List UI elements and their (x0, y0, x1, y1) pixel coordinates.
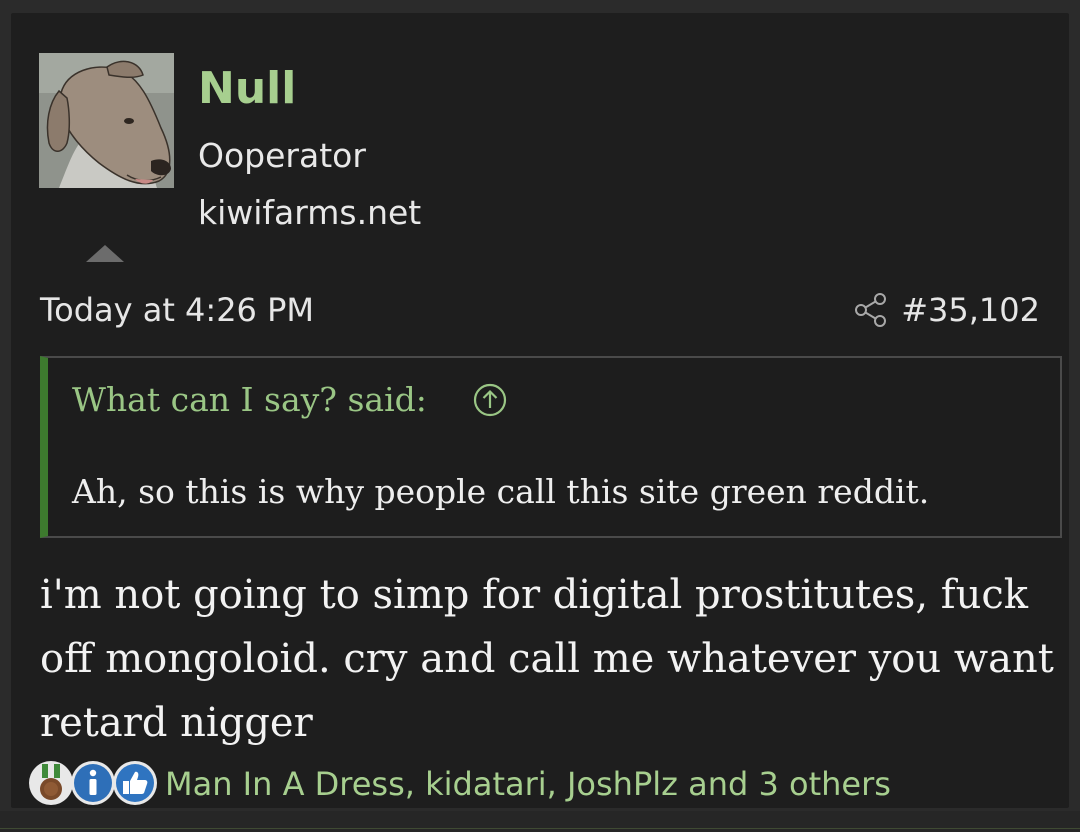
collapse-arrow-icon[interactable] (86, 245, 124, 262)
author-title: Ooperator (198, 136, 366, 175)
post-date[interactable]: Today at 4:26 PM (40, 288, 314, 332)
author-name[interactable]: Null (198, 61, 296, 117)
medal-icon (29, 761, 73, 805)
divider (0, 828, 1080, 829)
share-icon[interactable] (853, 291, 889, 329)
post-container: Null Ooperator kiwifarms.net Today at 4:… (11, 13, 1069, 808)
reactions-list-link[interactable]: Man In A Dress, kidatari, JoshPlz and 3 … (165, 762, 891, 806)
post-number-link[interactable]: #35,102 (901, 288, 1040, 332)
quote-block: What can I say? said: Ah, so this is why… (40, 356, 1062, 538)
quote-text: Ah, so this is why people call this site… (72, 472, 930, 511)
info-icon (71, 761, 115, 805)
reaction-icons[interactable] (24, 760, 164, 810)
page-bottom-strip (0, 811, 1080, 832)
author-site: kiwifarms.net (198, 193, 422, 232)
quote-author-link[interactable]: What can I say? said: (72, 378, 427, 422)
avatar[interactable] (39, 53, 174, 188)
thumbs-up-icon (113, 761, 157, 805)
post-message: i'm not going to simp for digital prosti… (40, 572, 1054, 746)
arrow-up-circle-icon[interactable] (472, 382, 508, 418)
